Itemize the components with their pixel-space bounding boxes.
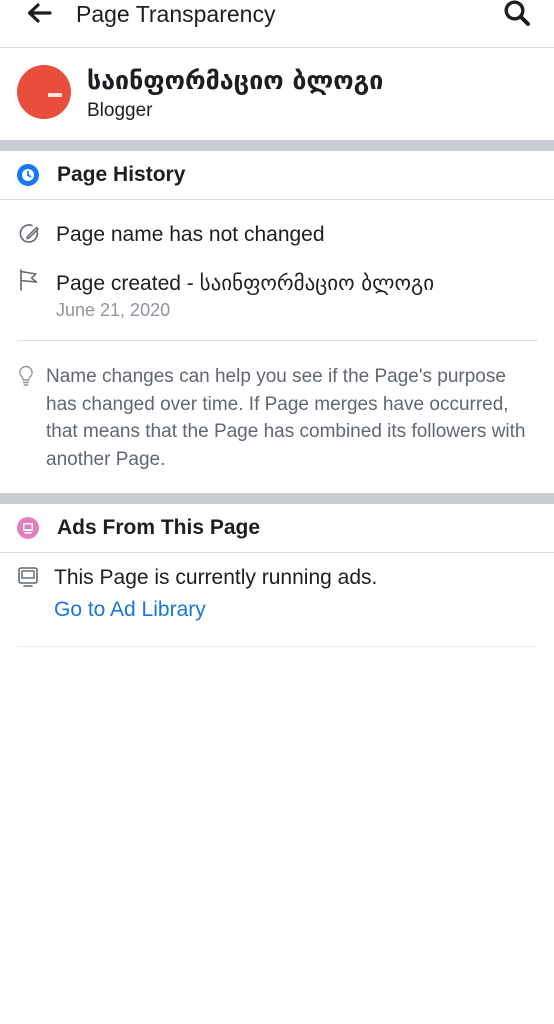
ads-header: Ads From This Page bbox=[0, 504, 554, 552]
section-title: Page History bbox=[57, 163, 186, 186]
section-title: Ads From This Page bbox=[57, 516, 261, 539]
avatar-logo-mark bbox=[48, 93, 62, 97]
page-name: საინფორმაციო ბლოგი bbox=[87, 66, 384, 95]
top-bar: Page Transparency bbox=[0, 0, 554, 48]
clock-icon bbox=[17, 164, 39, 186]
lightbulb-icon bbox=[16, 364, 36, 388]
name-change-info: Name changes can help you see if the Pag… bbox=[46, 366, 526, 470]
ad-library-link[interactable]: Go to Ad Library bbox=[54, 598, 206, 622]
page-created-label: Page created - bbox=[56, 272, 200, 295]
flag-icon bbox=[17, 268, 41, 292]
search-button[interactable] bbox=[500, 0, 534, 30]
ads-icon bbox=[17, 517, 39, 539]
page-created-row: Page created - საინფორმაციო ბლოგი bbox=[56, 271, 434, 296]
page-profile[interactable]: საინფორმაციო ბლოგი Blogger bbox=[0, 48, 554, 140]
divider bbox=[0, 199, 554, 200]
edit-history-icon bbox=[17, 222, 41, 246]
ads-running-status: This Page is currently running ads. bbox=[54, 566, 378, 589]
avatar bbox=[17, 65, 71, 119]
divider bbox=[17, 340, 538, 341]
page-created-name: საინფორმაციო ბლოგი bbox=[199, 271, 435, 295]
section-divider bbox=[0, 493, 554, 504]
name-change-status: Page name has not changed bbox=[56, 223, 325, 246]
search-icon bbox=[503, 0, 531, 32]
back-button[interactable] bbox=[22, 0, 56, 30]
page-title: Page Transparency bbox=[76, 1, 276, 27]
ad-monitor-icon bbox=[16, 565, 40, 589]
divider bbox=[17, 646, 538, 647]
page-history-header: Page History bbox=[0, 151, 554, 199]
divider bbox=[0, 552, 554, 553]
arrow-left-icon bbox=[26, 2, 52, 29]
page-created-date: June 21, 2020 bbox=[56, 300, 171, 320]
section-divider bbox=[0, 140, 554, 151]
page-category: Blogger bbox=[87, 100, 153, 121]
